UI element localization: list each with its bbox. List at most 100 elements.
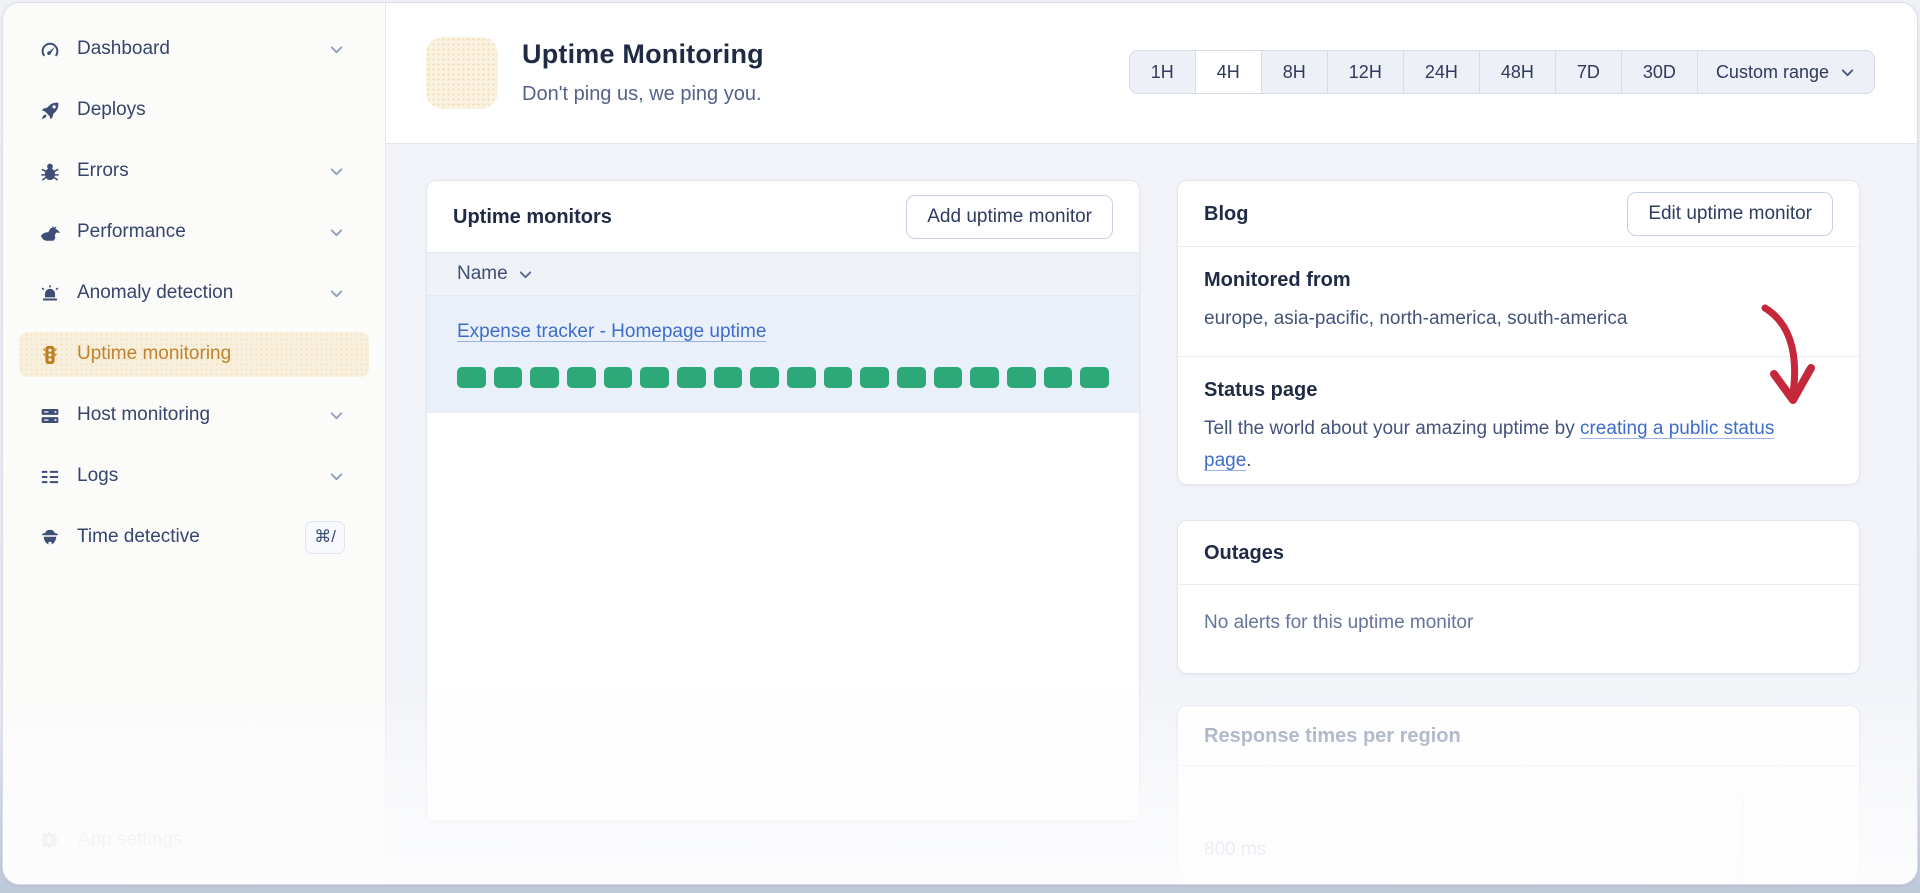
chevron-down-icon [1839,64,1856,81]
chevron-down-icon [328,163,345,180]
chevron-down-icon [328,224,345,241]
sidebar-item-label: Time detective [77,526,200,548]
edit-uptime-monitor-button[interactable]: Edit uptime monitor [1627,191,1833,236]
page-title: Uptime Monitoring [522,39,764,69]
sidebar-item-deploys[interactable]: Deploys [19,88,369,133]
sidebar-item-label: Anomaly detection [77,282,234,304]
outages-panel: Outages No alerts for this uptime monito… [1177,520,1860,674]
dashboard-icon [39,39,61,61]
rocket-icon [39,100,61,122]
add-uptime-monitor-button[interactable]: Add uptime monitor [906,194,1113,239]
uptime-status-segment [493,366,523,388]
chevron-down-icon [328,41,345,58]
sidebar-item-dashboard[interactable]: Dashboard [19,27,369,72]
uptime-status-segment [640,366,670,388]
outages-title: Outages [1204,541,1285,564]
app-settings-button[interactable]: App settings [3,795,385,884]
uptime-status-segment [677,366,706,388]
monitor-details-title: Blog [1204,202,1249,225]
chevron-down-icon [328,285,345,302]
response-times-title: Response times per region [1204,724,1461,747]
uptime-status-segment [970,366,1000,388]
time-range-12h[interactable]: 12H [1328,51,1404,93]
uptime-status-segment [933,366,963,388]
monitor-row[interactable]: Expense tracker - Homepage uptime [427,296,1139,413]
sidebar-item-label: Logs [77,465,119,487]
sidebar-item-label: Host monitoring [77,404,211,426]
chevron-down-icon [517,266,534,283]
uptime-status-segment [530,366,560,388]
uptime-status-segment [1007,366,1036,388]
uptime-status-segment [750,366,780,388]
uptime-monitors-header: Uptime monitors Add uptime monitor [427,181,1139,252]
uptime-status-segment [567,366,596,388]
gear-icon [39,829,61,851]
logs-icon [39,466,61,488]
chevron-down-icon [328,407,345,424]
sidebar-item-label: Errors [77,160,129,182]
uptime-icon-tile [426,37,498,109]
outages-header: Outages [1178,521,1859,585]
uptime-status-segment [823,366,853,388]
monitored-from-value: europe, asia-pacific, north-america, sou… [1204,308,1628,329]
uptime-status-segment [787,366,816,388]
sidebar-item-host-monitoring[interactable]: Host monitoring [19,393,369,438]
status-page-text-after: . [1246,449,1252,471]
uptime-status-segment [1080,366,1110,388]
time-range-1h[interactable]: 1H [1130,51,1196,93]
time-range-7d[interactable]: 7D [1556,51,1622,93]
sidebar-item-performance[interactable]: Performance [19,210,369,255]
custom-range-button[interactable]: Custom range [1698,51,1874,93]
sidebar-item-time-detective[interactable]: Time detective ⌘/ [19,515,369,560]
shortcut-badge: ⌘/ [305,521,345,554]
sidebar-item-uptime-monitoring[interactable]: Uptime monitoring [19,332,369,377]
bug-icon [39,161,61,183]
time-range-30d[interactable]: 30D [1622,51,1698,93]
monitor-details-header: Blog Edit uptime monitor [1178,181,1859,247]
sidebar: Dashboard Deploys Errors Performance Anomaly… [3,3,386,884]
sidebar-item-anomaly-detection[interactable]: Anomaly detection [19,271,369,316]
time-range-4h[interactable]: 4H [1195,51,1262,93]
page-subtitle: Don't ping us, we ping you. [522,82,762,105]
siren-icon [39,283,61,305]
sidebar-item-label: Uptime monitoring [77,343,232,365]
response-times-header: Response times per region [1178,706,1859,766]
status-page-label: Status page [1204,378,1318,401]
uptime-status-bars [457,366,1110,388]
time-range-8h[interactable]: 8H [1262,51,1328,93]
chart-guideline [1742,798,1743,884]
uptime-status-segment [457,366,486,388]
sidebar-item-errors[interactable]: Errors [19,149,369,194]
sidebar-item-label: Performance [77,221,186,243]
status-page-text-before: Tell the world about your amazing uptime… [1204,417,1580,439]
sidebar-item-label: Deploys [77,99,146,121]
time-range-48h[interactable]: 48H [1480,51,1556,93]
rabbit-icon [39,222,61,244]
custom-range-label: Custom range [1715,61,1829,82]
uptime-monitors-panel: Uptime monitors Add uptime monitor Name … [426,180,1140,822]
uptime-monitors-title: Uptime monitors [453,205,612,228]
main-area: Uptime Monitoring Don't ping us, we ping… [386,3,1917,884]
app-settings-label: App settings [78,828,183,850]
chevron-down-icon [328,468,345,485]
status-page-row: Status page Tell the world about your am… [1178,357,1859,498]
status-page-text: Tell the world about your amazing uptime… [1204,413,1818,477]
monitored-from-label: Monitored from [1204,269,1351,291]
name-column-header[interactable]: Name [427,252,1139,296]
response-times-panel: Response times per region 800 ms 600 ms [1177,705,1860,884]
monitor-name-link[interactable]: Expense tracker - Homepage uptime [457,321,766,342]
server-icon [39,405,61,427]
sidebar-item-logs[interactable]: Logs [19,454,369,499]
main-content: Uptime monitors Add uptime monitor Name … [386,144,1917,884]
traffic-light-icon [39,344,61,366]
sidebar-item-label: Dashboard [77,38,170,60]
name-column-label: Name [457,262,508,284]
time-range-24h[interactable]: 24H [1404,51,1480,93]
uptime-status-segment [860,366,890,388]
time-range-control: 1H 4H 8H 12H 24H 48H 7D 30D Custom range [1128,50,1875,94]
detective-icon [39,527,61,549]
monitor-details-panel: Blog Edit uptime monitor Monitored from … [1177,180,1860,485]
sidebar-nav: Dashboard Deploys Errors Performance Anomaly… [3,3,385,560]
y-axis-label-800ms: 800 ms [1204,839,1267,860]
uptime-status-segment [1043,366,1073,388]
